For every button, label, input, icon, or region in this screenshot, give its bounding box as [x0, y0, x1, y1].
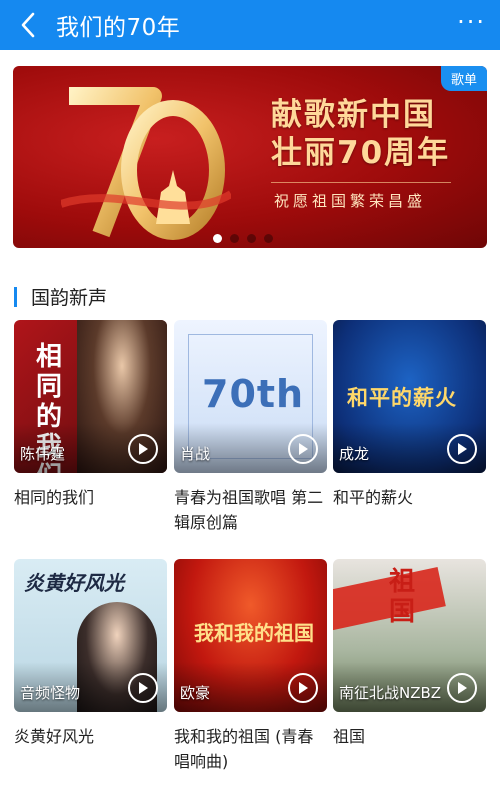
more-dots-icon: ···	[457, 8, 486, 36]
playlist-cover[interactable]: 和平的薪火 成龙	[333, 320, 486, 473]
playlist-name[interactable]: 祖国	[333, 724, 486, 749]
play-icon	[458, 682, 467, 694]
seventy-emblem-icon	[61, 87, 231, 240]
playlist-name[interactable]: 我和我的祖国 (青春唱响曲)	[174, 724, 327, 774]
playlist-cover[interactable]: 相同的我们 陈伟霆	[14, 320, 167, 473]
playlist-cover[interactable]: 70th 肖战	[174, 320, 327, 473]
banner-carousel[interactable]: 献歌新中国 壮丽70周年 祝愿祖国繁荣昌盛 歌单	[13, 66, 487, 248]
carousel-dot[interactable]	[230, 234, 239, 243]
section-header: 国韵新声	[14, 283, 107, 310]
playlist-card[interactable]: 我和我的祖国 欧豪 我和我的祖国 (青春唱响曲)	[174, 559, 327, 774]
page-title: 我们的70年	[56, 15, 181, 41]
playlist-name[interactable]: 青春为祖国歌唱 第二辑原创篇	[174, 485, 327, 535]
play-button[interactable]	[128, 434, 158, 464]
playlist-cover[interactable]: 炎黄好风光 音频怪物	[14, 559, 167, 712]
artist-label: 陈伟霆	[20, 445, 66, 463]
banner-divider	[271, 182, 451, 183]
playlist-card[interactable]: 祖国 南征北战NZBZ 祖国	[333, 559, 486, 749]
play-button[interactable]	[288, 673, 318, 703]
banner-headline: 献歌新中国 壮丽70周年	[271, 96, 450, 172]
play-icon	[139, 443, 148, 455]
playlist-card[interactable]: 炎黄好风光 音频怪物 炎黄好风光	[14, 559, 167, 749]
play-icon	[458, 443, 467, 455]
playlist-name[interactable]: 炎黄好风光	[14, 724, 167, 749]
artist-label: 音频怪物	[20, 684, 81, 702]
carousel-dots	[213, 234, 273, 243]
banner-line2: 壮丽70周年	[271, 135, 451, 171]
banner-line1: 献歌新中国	[271, 97, 436, 133]
carousel-dot[interactable]	[247, 234, 256, 243]
chevron-left-icon	[21, 12, 35, 38]
playlist-cover[interactable]: 祖国 南征北战NZBZ	[333, 559, 486, 712]
section-title: 国韵新声	[31, 287, 108, 309]
cover-title-art: 和平的薪火	[347, 386, 457, 410]
app-header: 我们的70年 ···	[0, 0, 500, 50]
cover-title-art: 70th	[202, 372, 305, 416]
play-button[interactable]	[288, 434, 318, 464]
artist-label: 成龙	[339, 445, 370, 463]
more-button[interactable]: ···	[457, 10, 486, 34]
cover-title-art: 我和我的祖国	[194, 621, 314, 645]
banner-subtitle: 祝愿祖国繁荣昌盛	[274, 192, 427, 210]
artist-label: 肖战	[180, 445, 211, 463]
section-accent-bar	[14, 286, 17, 307]
cover-title-art: 祖国	[389, 567, 416, 627]
play-button[interactable]	[447, 434, 477, 464]
play-icon	[299, 682, 308, 694]
cover-title-art: 炎黄好风光	[24, 571, 124, 595]
playlist-card[interactable]: 70th 肖战 青春为祖国歌唱 第二辑原创篇	[174, 320, 327, 535]
carousel-dot[interactable]	[213, 234, 222, 243]
playlist-cover[interactable]: 我和我的祖国 欧豪	[174, 559, 327, 712]
carousel-dot[interactable]	[264, 234, 273, 243]
play-button[interactable]	[128, 673, 158, 703]
playlist-name[interactable]: 相同的我们	[14, 485, 167, 510]
artist-label: 欧豪	[180, 684, 211, 702]
playlist-card[interactable]: 相同的我们 陈伟霆 相同的我们	[14, 320, 167, 510]
play-icon	[299, 443, 308, 455]
artist-label: 南征北战NZBZ	[339, 684, 442, 702]
play-icon	[139, 682, 148, 694]
back-button[interactable]	[6, 0, 50, 50]
playlist-name[interactable]: 和平的薪火	[333, 485, 486, 510]
play-button[interactable]	[447, 673, 477, 703]
playlist-card[interactable]: 和平的薪火 成龙 和平的薪火	[333, 320, 486, 510]
playlist-badge: 歌单	[440, 66, 487, 91]
